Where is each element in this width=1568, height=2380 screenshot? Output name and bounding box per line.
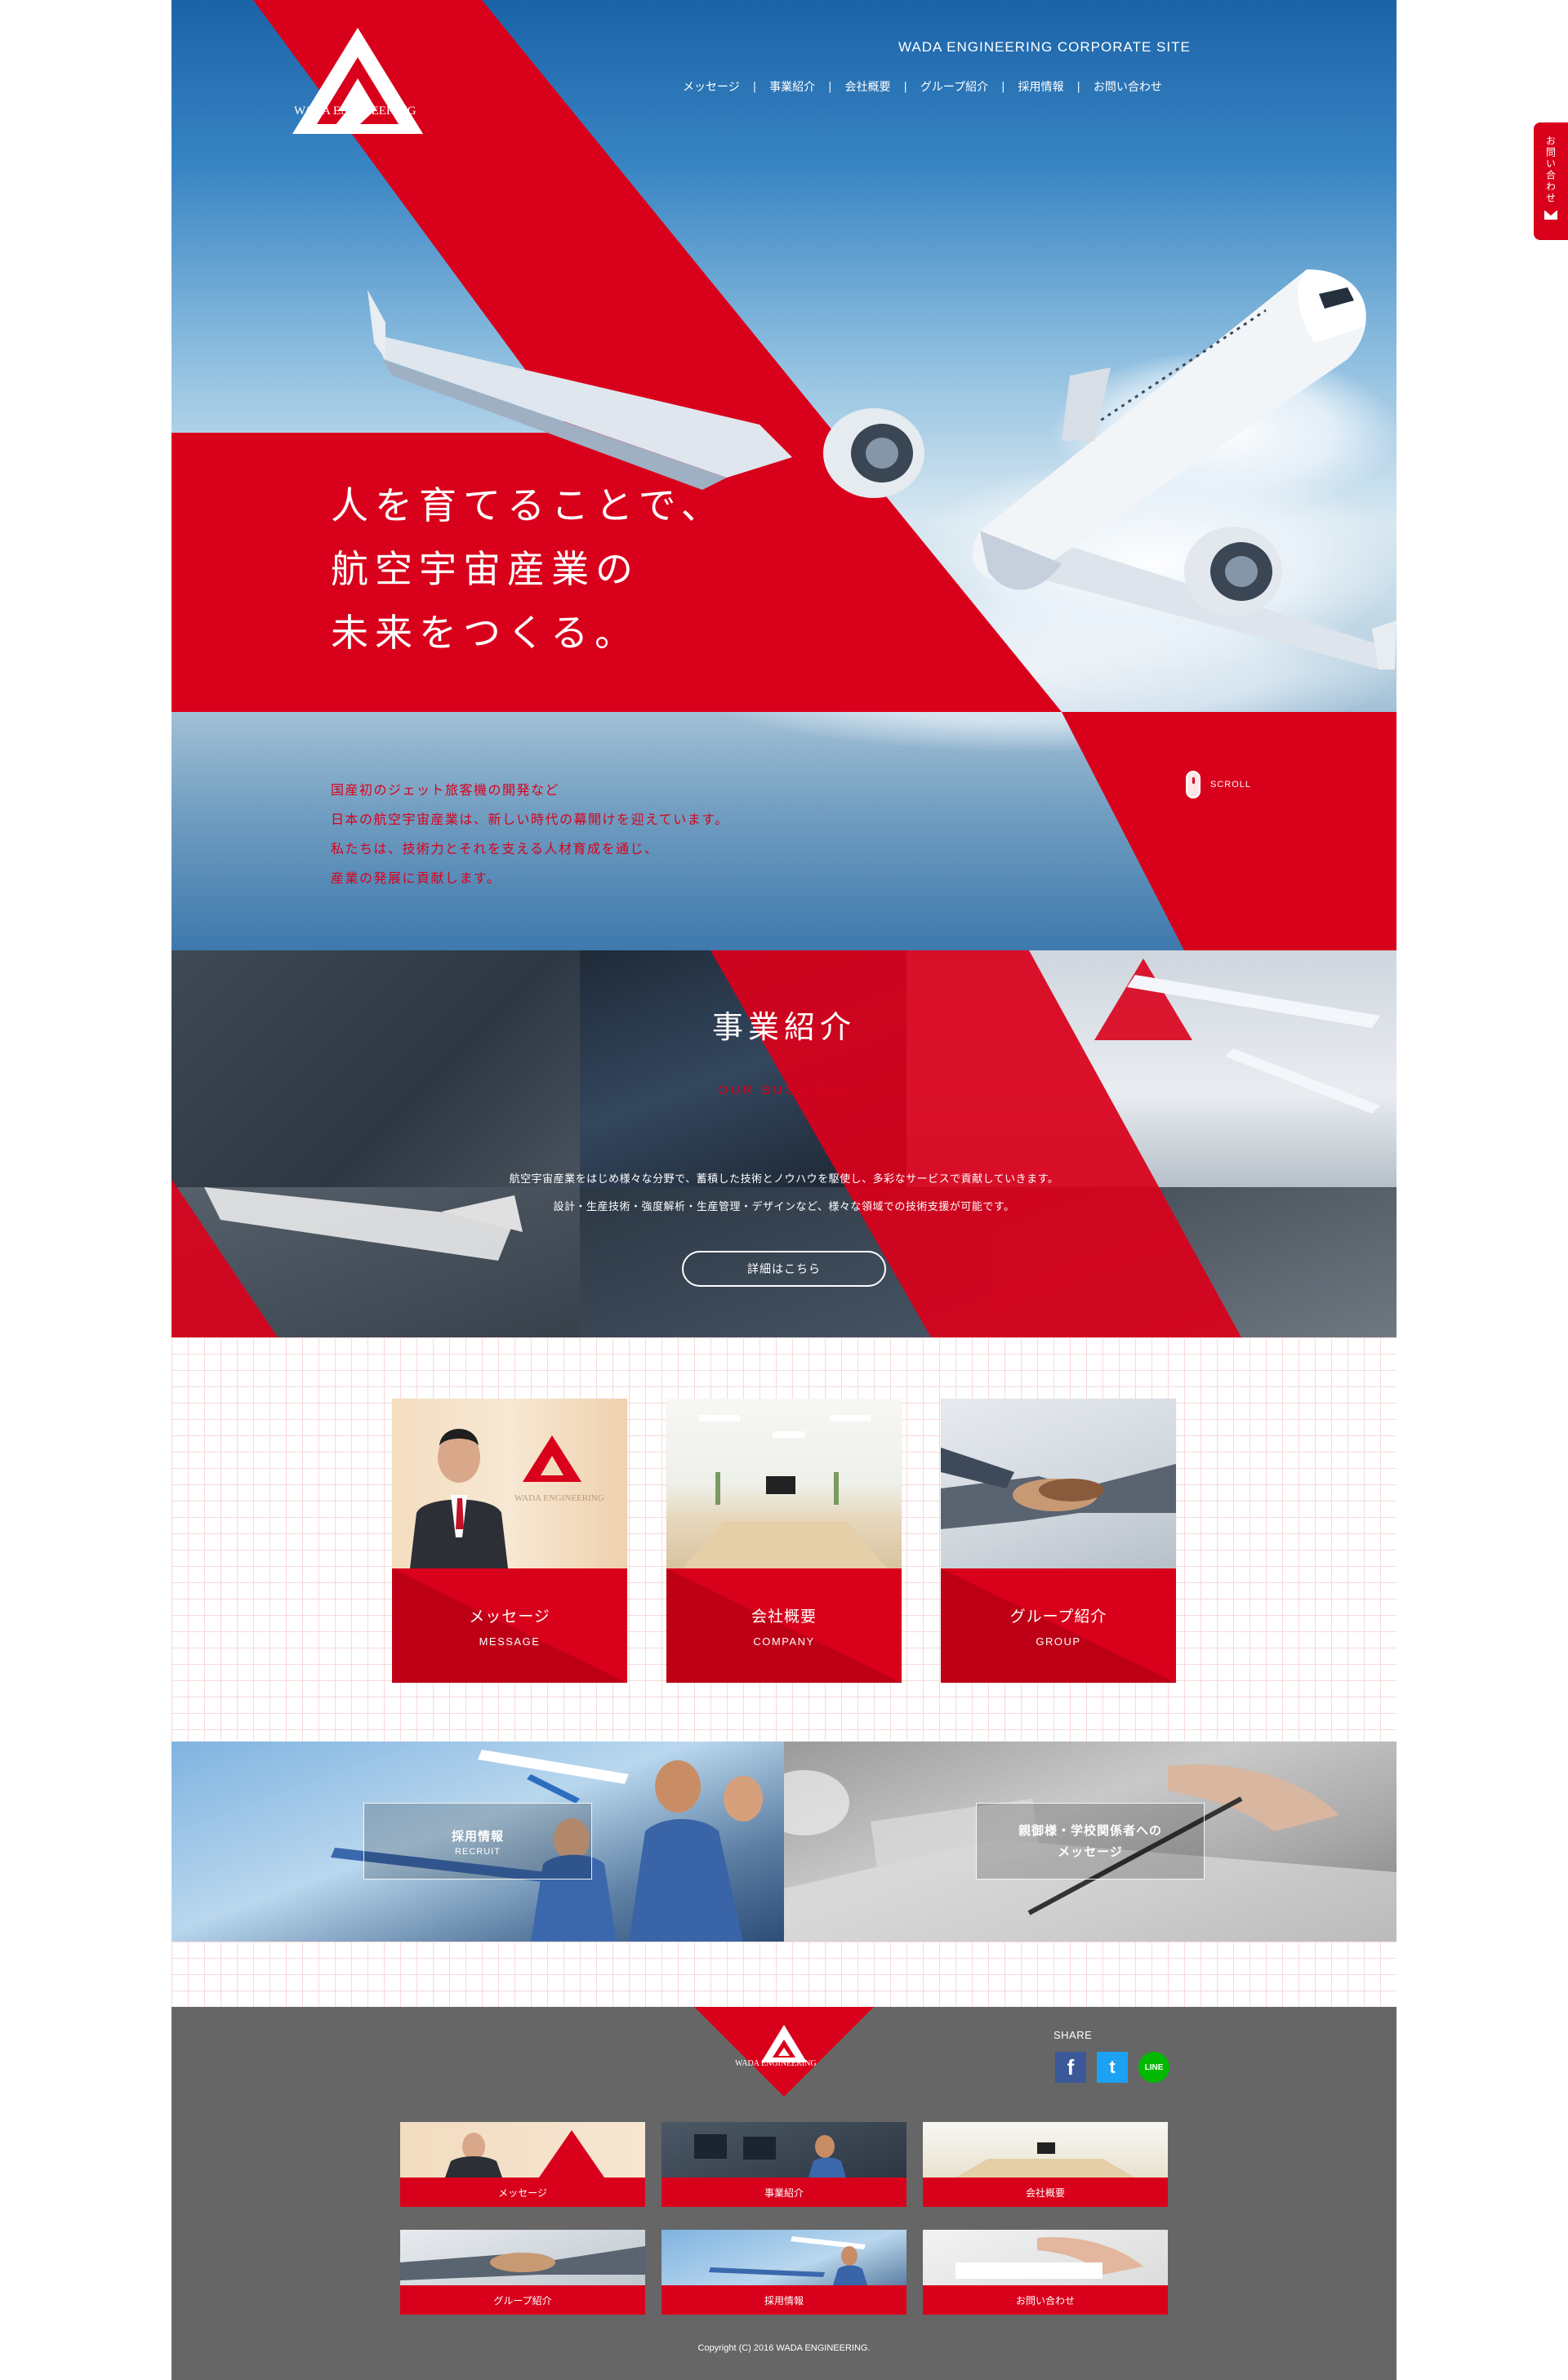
facebook-icon[interactable]: f <box>1055 2052 1086 2083</box>
footer-link-message[interactable]: メッセージ <box>400 2122 645 2207</box>
footer-link-contact[interactable]: お問い合わせ <box>923 2230 1168 2315</box>
footer: WADA ENGINEERING SHARE f t LINE メッセージ 事業… <box>172 2007 1396 2380</box>
card-group-panel: グループ紹介 GROUP <box>941 1568 1176 1683</box>
president-photo: WADA ENGINEERING <box>392 1399 627 1568</box>
recruit-banner-box: 採用情報 RECRUIT <box>363 1803 592 1880</box>
hero-intro-text: 国産初のジェット旅客機の開発など 日本の航空宇宙産業は、新しい時代の幕開けを迎え… <box>331 776 729 893</box>
thumb-image <box>956 2237 1143 2279</box>
business-subtitle: OUR BUSINESS <box>718 1083 850 1097</box>
nav-item-message[interactable]: メッセージ <box>670 78 753 95</box>
recruit-subtitle: RECRUIT <box>455 1847 501 1857</box>
card-subtitle: MESSAGE <box>479 1635 541 1648</box>
content-grid-section: WADA ENGINEERING メッセージ MESSAGE 会社概要 COMP… <box>172 1337 1396 2007</box>
thumb-image <box>445 2130 604 2178</box>
intro-line: 日本の航空宇宙産業は、新しい時代の幕開けを迎えています。 <box>331 812 729 827</box>
nav-item-contact[interactable]: お問い合わせ <box>1080 78 1175 95</box>
mail-icon <box>1544 211 1557 220</box>
card-message-panel: メッセージ MESSAGE <box>392 1568 627 1683</box>
mouse-icon <box>1186 771 1200 799</box>
catch-line: 航空宇宙産業の <box>331 547 639 591</box>
twitter-icon[interactable]: t <box>1097 2052 1128 2083</box>
site-title: WADA ENGINEERING CORPORATE SITE <box>898 39 1191 55</box>
intro-line: 国産初のジェット旅客機の開発など <box>331 782 560 798</box>
business-section: 事業紹介 OUR BUSINESS 航空宇宙産業をはじめ様々な分野で、蓄積した技… <box>172 950 1396 1337</box>
card-group[interactable]: グループ紹介 GROUP <box>941 1399 1176 1683</box>
nav-item-company[interactable]: 会社概要 <box>832 78 904 95</box>
card-title: 会社概要 <box>751 1608 817 1626</box>
global-nav: メッセージ | 事業紹介 | 会社概要 | グループ紹介 | 採用情報 | お問… <box>670 78 1175 95</box>
footer-link-group[interactable]: グループ紹介 <box>400 2230 645 2315</box>
scroll-label: SCROLL <box>1210 780 1252 790</box>
footer-thumb-recruit <box>662 2230 906 2285</box>
parents-banner-box: 親御様・学校関係者への メッセージ <box>976 1803 1205 1880</box>
card-subtitle: COMPANY <box>753 1635 815 1648</box>
hero-red-corner <box>1062 712 1396 950</box>
meeting-room-photo <box>666 1399 902 1568</box>
footer-link-business[interactable]: 事業紹介 <box>662 2122 906 2207</box>
president-image: WADA ENGINEERING <box>410 1429 604 1568</box>
footer-link-recruit[interactable]: 採用情報 <box>662 2230 906 2315</box>
meeting-room-image <box>683 1415 887 1568</box>
business-desc-line: 設計・生産技術・強度解析・生産管理・デザインなど、様々な領域での技術支援が可能で… <box>553 1201 1015 1213</box>
contact-side-tab[interactable]: お問い合わせ <box>1534 122 1568 240</box>
business-detail-button[interactable]: 詳細はこちら <box>682 1251 886 1287</box>
card-message[interactable]: WADA ENGINEERING メッセージ MESSAGE <box>392 1399 627 1683</box>
footer-logo-text: WADA ENGINEERING <box>735 2059 817 2068</box>
card-title: メッセージ <box>469 1608 550 1626</box>
recruit-title: 採用情報 <box>451 1829 504 1844</box>
catch-line: 未来をつくる。 <box>331 611 639 655</box>
footer-link-label: 会社概要 <box>923 2178 1168 2207</box>
share-label: SHARE <box>1054 2029 1093 2041</box>
contact-side-tab-label: お問い合わせ <box>1544 136 1557 204</box>
footer-logo-icon[interactable] <box>694 1999 874 2105</box>
card-subtitle: GROUP <box>1036 1635 1081 1648</box>
thumb-image <box>709 2236 867 2285</box>
page: WADA ENGINEERING WADA ENGINEERING CORPOR… <box>172 0 1396 2380</box>
business-title: 事業紹介 <box>711 1009 856 1045</box>
hero-catchcopy: 人を育てることで、 航空宇宙産業の 未来をつくる。 <box>331 474 725 665</box>
footer-link-label: メッセージ <box>400 2178 645 2207</box>
nav-item-recruit[interactable]: 採用情報 <box>1004 78 1076 95</box>
thumb-image <box>400 2246 645 2280</box>
footer-link-label: 採用情報 <box>662 2285 906 2315</box>
footer-thumb-message <box>400 2122 645 2178</box>
footer-link-label: 事業紹介 <box>662 2178 906 2207</box>
nav-item-group[interactable]: グループ紹介 <box>907 78 1001 95</box>
business-desc-line: 航空宇宙産業をはじめ様々な分野で、蓄積した技術とノウハウを駆使し、多彩なサービス… <box>509 1173 1059 1186</box>
thumb-image <box>694 2134 846 2178</box>
footer-link-company[interactable]: 会社概要 <box>923 2122 1168 2207</box>
logo-text[interactable]: WADA ENGINEERING <box>294 105 416 118</box>
copyright: Copyright (C) 2016 WADA ENGINEERING. <box>697 2343 871 2353</box>
business-description: 航空宇宙産業をはじめ様々な分野で、蓄積した技術とノウハウを駆使し、多彩なサービス… <box>172 1166 1396 1221</box>
parents-title-line: メッセージ <box>1058 1844 1123 1859</box>
parents-title-line: 親御様・学校関係者への <box>1018 1823 1162 1838</box>
thumb-image <box>956 2142 1135 2178</box>
hero-section: WADA ENGINEERING WADA ENGINEERING CORPOR… <box>172 0 1396 950</box>
footer-link-label: お問い合わせ <box>923 2285 1168 2315</box>
handshake-photo <box>941 1399 1176 1568</box>
card-title: グループ紹介 <box>1009 1608 1107 1626</box>
line-icon[interactable]: LINE <box>1138 2052 1169 2083</box>
recruit-banner[interactable]: 採用情報 RECRUIT <box>172 1742 784 1942</box>
footer-thumb-business <box>662 2122 906 2178</box>
footer-thumb-contact <box>923 2230 1168 2285</box>
nav-item-business[interactable]: 事業紹介 <box>756 78 828 95</box>
footer-thumb-group <box>400 2230 645 2285</box>
intro-line: 産業の発展に貢献します。 <box>331 870 501 886</box>
scroll-indicator[interactable]: SCROLL <box>1186 771 1251 799</box>
footer-thumb-company <box>923 2122 1168 2178</box>
parents-banner[interactable]: 親御様・学校関係者への メッセージ <box>784 1742 1396 1942</box>
handshake-image <box>941 1448 1176 1529</box>
card-company-panel: 会社概要 COMPANY <box>666 1568 902 1683</box>
footer-link-label: グループ紹介 <box>400 2285 645 2315</box>
catch-line: 人を育てることで、 <box>331 483 725 527</box>
card-company[interactable]: 会社概要 COMPANY <box>666 1399 902 1683</box>
intro-line: 私たちは、技術力とそれを支える人材育成を通じ、 <box>331 841 659 856</box>
svg-text:WADA ENGINEERING: WADA ENGINEERING <box>514 1493 604 1503</box>
